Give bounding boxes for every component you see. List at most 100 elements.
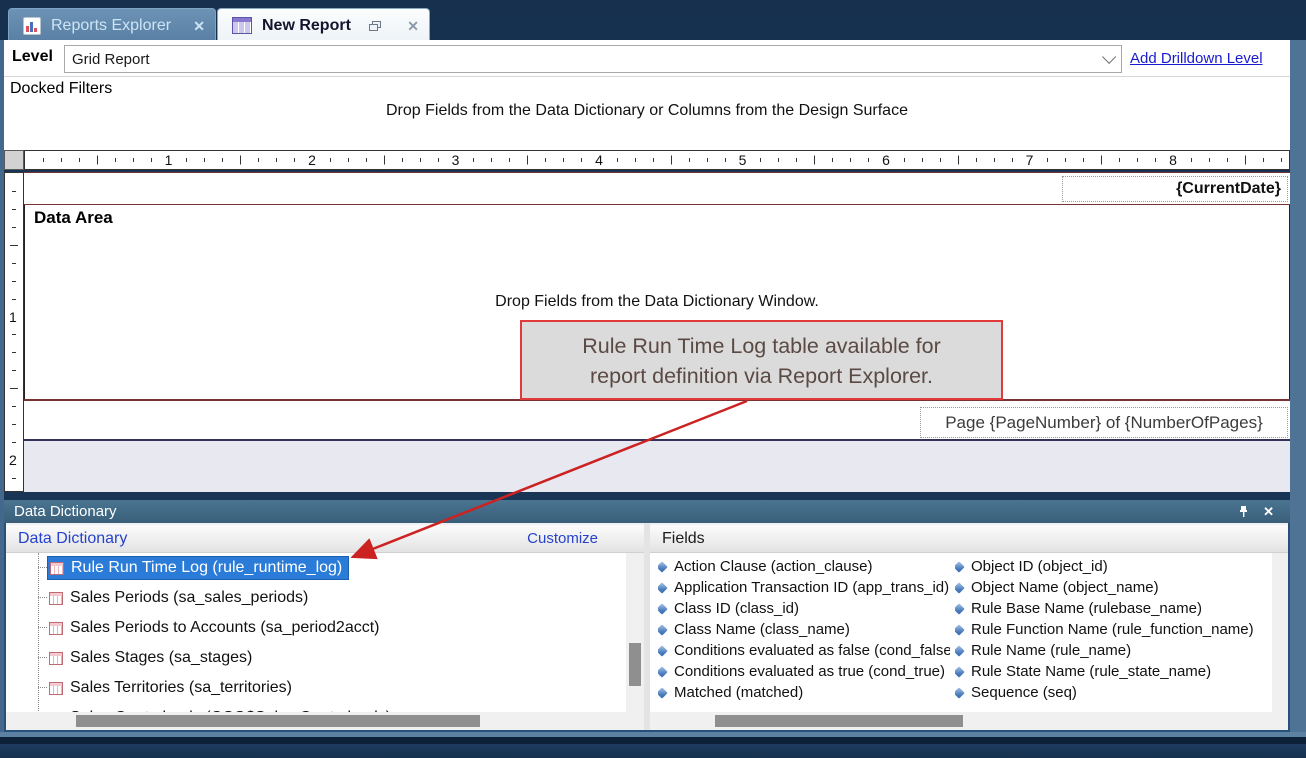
float-window-icon[interactable]	[369, 21, 381, 31]
field-diamond-icon	[658, 687, 668, 698]
field-item[interactable]: Matched (matched)	[658, 682, 950, 703]
field-item-label: Conditions evaluated as false (cond_fals…	[674, 642, 950, 659]
level-label: Level	[12, 48, 53, 66]
level-dropdown-value: Grid Report	[72, 51, 150, 68]
field-item[interactable]: Rule Name (rule_name)	[955, 640, 1270, 661]
table-icon	[49, 652, 63, 665]
field-item[interactable]: Sequence (seq)	[955, 682, 1270, 703]
annotation-callout: Rule Run Time Log table available for re…	[520, 320, 1003, 400]
field-item[interactable]: Object ID (object_id)	[955, 556, 1270, 577]
tree-item[interactable]: Sales Stages (sa_stages)	[6, 643, 626, 673]
field-diamond-icon	[658, 624, 668, 635]
field-item[interactable]: Action Clause (action_clause)	[658, 556, 950, 577]
close-icon[interactable]: ✕	[1263, 504, 1274, 520]
tree-item[interactable]: Sales Territories (sa_territories)	[6, 673, 626, 703]
tree-item[interactable]: Sales Periods to Accounts (sa_period2acc…	[6, 613, 626, 643]
add-drilldown-level-link[interactable]: Add Drilldown Level	[1130, 50, 1263, 67]
field-diamond-icon	[658, 645, 668, 656]
horizontal-ruler: 12345678	[24, 150, 1290, 170]
ruler-number: 6	[882, 152, 890, 168]
tree-horizontal-scrollbar-thumb[interactable]	[76, 715, 480, 727]
tree-vertical-scrollbar[interactable]	[626, 553, 643, 712]
ruler-number: 7	[1026, 152, 1034, 168]
fields-column-2: Object ID (object_id) Object Name (object…	[955, 556, 1270, 703]
tree-item[interactable]: Rule Run Time Log (rule_runtime_log)	[6, 553, 626, 583]
field-item[interactable]: Conditions evaluated as false (cond_fals…	[658, 640, 950, 661]
fields-list: Action Clause (action_clause) Application…	[650, 553, 1272, 712]
window-right-border	[1290, 40, 1306, 732]
bar-chart-icon	[23, 17, 41, 35]
fields-column-1: Action Clause (action_clause) Application…	[658, 556, 950, 703]
tree-item-label: Sales Periods (sa_sales_periods)	[70, 589, 308, 607]
tree-item[interactable]: Sales Periods (sa_sales_periods)	[6, 583, 626, 613]
level-dropdown[interactable]: Grid Report	[64, 45, 1122, 73]
docked-filters-dropzone-hint[interactable]: Drop Fields from the Data Dictionary or …	[4, 102, 1290, 120]
fields-vertical-scrollbar[interactable]	[1272, 553, 1288, 730]
field-diamond-icon	[955, 582, 965, 593]
pin-icon[interactable]	[1238, 505, 1249, 518]
field-diamond-icon	[658, 666, 668, 677]
field-item-label: Application Transaction ID (app_trans_id…	[674, 579, 949, 596]
tab-label: New Report	[262, 17, 351, 35]
tree-item[interactable]: Sales Quota leads (OSO$Sales Quota leads…	[6, 703, 626, 712]
left-pane-header: Data Dictionary Customize	[6, 525, 644, 553]
page-margin-area	[24, 441, 1290, 492]
field-diamond-icon	[658, 603, 668, 614]
field-item-label: Rule Base Name (rulebase_name)	[971, 600, 1202, 617]
data-area-dropzone-hint[interactable]: Drop Fields from the Data Dictionary Win…	[24, 293, 1290, 311]
field-item[interactable]: Rule Function Name (rule_function_name)	[955, 619, 1270, 640]
ruler-number: 4	[595, 152, 603, 168]
tab-label: Reports Explorer	[51, 17, 171, 35]
grid-table-icon	[232, 17, 252, 34]
docked-filters-label: Docked Filters	[10, 80, 112, 98]
field-item-label: Matched (matched)	[674, 684, 803, 701]
ruler-number: 5	[739, 152, 747, 168]
field-item[interactable]: Application Transaction ID (app_trans_id…	[658, 577, 950, 598]
field-item[interactable]: Class ID (class_id)	[658, 598, 950, 619]
tab-reports-explorer[interactable]: Reports Explorer ✕	[8, 8, 216, 42]
field-item[interactable]: Object Name (object_name)	[955, 577, 1270, 598]
current-date-field[interactable]: {CurrentDate}	[1062, 176, 1288, 202]
table-icon	[49, 622, 63, 635]
vertical-ruler: 12	[4, 172, 24, 492]
ruler-corner	[4, 150, 24, 170]
field-item-label: Action Clause (action_clause)	[674, 558, 872, 575]
window-bottom-border	[0, 744, 1306, 758]
field-diamond-icon	[955, 561, 965, 572]
ruler-number: 3	[452, 152, 460, 168]
field-diamond-icon	[658, 561, 668, 572]
tree-item-label: Sales Periods to Accounts (sa_period2acc…	[70, 619, 380, 637]
field-item-label: Rule Name (rule_name)	[971, 642, 1131, 659]
panel-title: Data Dictionary	[14, 503, 117, 520]
close-icon[interactable]: ✕	[407, 19, 419, 33]
field-item[interactable]: Class Name (class_name)	[658, 619, 950, 640]
window-bottom-border	[0, 737, 1306, 744]
field-diamond-icon	[658, 582, 668, 593]
field-item-label: Rule State Name (rule_state_name)	[971, 663, 1211, 680]
tree-vertical-scrollbar-thumb[interactable]	[629, 643, 641, 686]
field-item-label: Object Name (object_name)	[971, 579, 1159, 596]
page-number-field[interactable]: Page {PageNumber} of {NumberOfPages}	[920, 407, 1288, 438]
field-diamond-icon	[955, 624, 965, 635]
field-item[interactable]: Rule Base Name (rulebase_name)	[955, 598, 1270, 619]
table-icon	[49, 592, 63, 605]
ruler-number: 2	[9, 452, 17, 468]
callout-line1: Rule Run Time Log table available for	[522, 331, 1001, 361]
ruler-number: 1	[9, 309, 17, 325]
table-tree-list: Rule Run Time Log (rule_runtime_log) Sale…	[6, 553, 626, 712]
chevron-down-icon	[1102, 50, 1116, 64]
field-item-label: Rule Function Name (rule_function_name)	[971, 621, 1254, 638]
fields-horizontal-scrollbar-thumb[interactable]	[715, 715, 963, 727]
table-icon	[49, 682, 63, 695]
close-icon[interactable]: ✕	[193, 19, 205, 33]
field-item-label: Conditions evaluated as true (cond_true)	[674, 663, 945, 680]
fields-header-label: Fields	[662, 530, 705, 548]
customize-link[interactable]: Customize	[527, 530, 598, 547]
ruler-number: 8	[1169, 152, 1177, 168]
field-diamond-icon	[955, 666, 965, 677]
field-item[interactable]: Conditions evaluated as true (cond_true)	[658, 661, 950, 682]
tab-new-report[interactable]: New Report ✕	[217, 8, 430, 42]
fields-pane-header: Fields	[650, 525, 1288, 553]
field-item[interactable]: Rule State Name (rule_state_name)	[955, 661, 1270, 682]
ruler-number: 2	[308, 152, 316, 168]
